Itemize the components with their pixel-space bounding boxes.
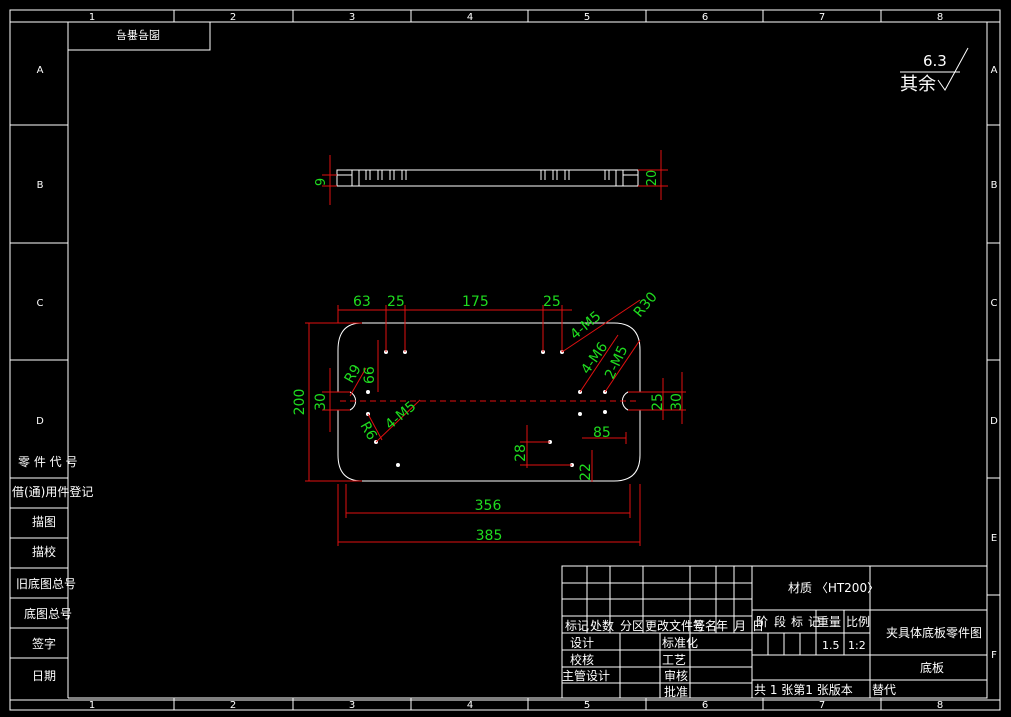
dim-85: 85 bbox=[593, 425, 611, 441]
row-letter-right: C bbox=[991, 298, 998, 309]
drawing-frame bbox=[9, 9, 1001, 711]
row-letter-left: D bbox=[36, 416, 44, 427]
drawing-number-box: 图号番号 bbox=[67, 21, 211, 51]
col-number-top: 2 bbox=[230, 12, 236, 23]
tb-approve-label: 批准 bbox=[664, 684, 688, 699]
col-number-bottom: 1 bbox=[89, 700, 95, 711]
dim-175: 175 bbox=[462, 294, 489, 310]
dim-63: 63 bbox=[353, 294, 371, 310]
row-letter-left: A bbox=[37, 65, 44, 76]
tb-material: 材质 〈HT200〉 bbox=[788, 581, 879, 595]
col-number-bottom: 4 bbox=[467, 700, 473, 711]
col-number-top: 3 bbox=[349, 12, 355, 23]
tb-header-month: 月 bbox=[734, 619, 746, 633]
roughness-value: 6.3 bbox=[923, 52, 947, 70]
left-label-register: 借(通)用件登记 bbox=[12, 484, 93, 499]
tb-stage-3: 标 bbox=[791, 615, 803, 629]
row-letter-right: F bbox=[991, 650, 997, 661]
tb-part-name: 底板 bbox=[920, 660, 944, 675]
row-letter-right: D bbox=[990, 416, 998, 427]
tb-header-zone: 分区 bbox=[620, 619, 644, 633]
col-number-top: 4 bbox=[467, 12, 473, 23]
dimension-labels: 63 25 175 25 R30 4-M5 4-M6 2-M5 R9 66 20… bbox=[292, 289, 685, 544]
dim-25-right: 25 bbox=[650, 393, 666, 411]
left-label-trace-check: 描校 bbox=[32, 544, 56, 559]
col-number-top: 7 bbox=[819, 12, 825, 23]
row-letters: A B C D A B C D E F bbox=[36, 65, 998, 661]
col-number-top: 1 bbox=[89, 12, 95, 23]
left-register-column: 零 件 代 号 借(通)用件登记 描图 描校 旧底图总号 底图总号 签字 日期 bbox=[10, 455, 93, 683]
dim-30-left: 30 bbox=[313, 393, 329, 411]
tb-header-sign: 签名 bbox=[693, 618, 717, 633]
dim-side-height: 20 bbox=[645, 170, 660, 187]
tb-scale-label: 比例 bbox=[846, 615, 870, 629]
row-letter-right: A bbox=[991, 65, 998, 76]
side-view: 9 20 bbox=[314, 150, 668, 205]
tb-sheet-info: 共 1 张第1 张版本 bbox=[754, 683, 853, 697]
row-letter-right: B bbox=[991, 180, 998, 191]
col-number-bottom: 7 bbox=[819, 700, 825, 711]
tb-chief-label: 主管设计 bbox=[562, 668, 610, 683]
col-number-bottom: 5 bbox=[584, 700, 590, 711]
dim-4m5-c: 4-M5 bbox=[382, 398, 419, 433]
tb-stage-1: 阶 bbox=[756, 615, 768, 629]
col-number-bottom: 6 bbox=[702, 700, 708, 711]
tb-header-mark: 标记 bbox=[565, 619, 589, 633]
column-numbers: 1 2 3 4 5 6 7 8 1 2 3 4 5 6 7 8 bbox=[89, 12, 943, 711]
col-number-top: 8 bbox=[937, 12, 943, 23]
title-block: 标记 处数 分区 更改文件号 签名 年 月 日 设计 标准化 校核 工艺 主管设… bbox=[561, 565, 988, 699]
tb-header-count: 处数 bbox=[590, 618, 614, 633]
cad-drawing: 1 2 3 4 5 6 7 8 1 2 3 4 5 6 7 8 A B C D … bbox=[9, 9, 1001, 711]
drawing-number-label: 图号番号 bbox=[116, 28, 160, 41]
dim-66: 66 bbox=[362, 366, 378, 384]
left-label-sign: 签字 bbox=[32, 636, 56, 651]
roughness-symbol: 6.3 其余 bbox=[900, 47, 969, 95]
tb-weight-label: 重量 bbox=[817, 615, 841, 629]
roughness-label: 其余 bbox=[900, 74, 936, 95]
dim-side-thickness: 9 bbox=[314, 178, 329, 186]
col-number-top: 5 bbox=[584, 12, 590, 23]
dim-385: 385 bbox=[476, 528, 503, 544]
tb-check-label: 校核 bbox=[570, 652, 594, 667]
tb-scale-value: 1:2 bbox=[848, 639, 866, 652]
tb-review-label: 审核 bbox=[664, 668, 688, 683]
col-number-bottom: 3 bbox=[349, 700, 355, 711]
tb-process-label: 工艺 bbox=[662, 653, 686, 667]
dim-r30: R30 bbox=[631, 289, 661, 320]
left-label-base: 底图总号 bbox=[24, 606, 72, 621]
col-number-bottom: 2 bbox=[230, 700, 236, 711]
row-letter-right: E bbox=[991, 533, 997, 544]
dim-200: 200 bbox=[292, 389, 308, 416]
left-label-part-code: 零 件 代 号 bbox=[18, 455, 77, 469]
dim-28: 28 bbox=[513, 444, 529, 462]
dim-30-right: 30 bbox=[669, 393, 685, 411]
row-letter-left: C bbox=[37, 298, 44, 309]
tb-drawing-title: 夹具体底板零件图 bbox=[886, 625, 982, 640]
left-label-old-base: 旧底图总号 bbox=[16, 576, 76, 591]
tb-weight-value: 1.5 bbox=[822, 639, 840, 652]
tb-replace-label: 替代 bbox=[872, 683, 896, 697]
dim-25a: 25 bbox=[387, 294, 405, 310]
dim-r6: R6 bbox=[357, 419, 380, 443]
left-label-date: 日期 bbox=[32, 669, 56, 683]
tb-header-year: 年 bbox=[716, 619, 728, 633]
dim-4m5-a: 4-M5 bbox=[567, 308, 604, 343]
row-letter-left: B bbox=[37, 180, 44, 191]
col-number-top: 6 bbox=[702, 12, 708, 23]
dim-356: 356 bbox=[475, 498, 502, 514]
tb-stage-2: 段 bbox=[774, 614, 786, 629]
tb-standard-label: 标准化 bbox=[662, 636, 698, 650]
left-label-trace: 描图 bbox=[32, 515, 56, 529]
dim-25b: 25 bbox=[543, 294, 561, 310]
dim-22: 22 bbox=[578, 463, 594, 481]
col-number-bottom: 8 bbox=[937, 700, 943, 711]
tb-design-label: 设计 bbox=[570, 636, 594, 650]
